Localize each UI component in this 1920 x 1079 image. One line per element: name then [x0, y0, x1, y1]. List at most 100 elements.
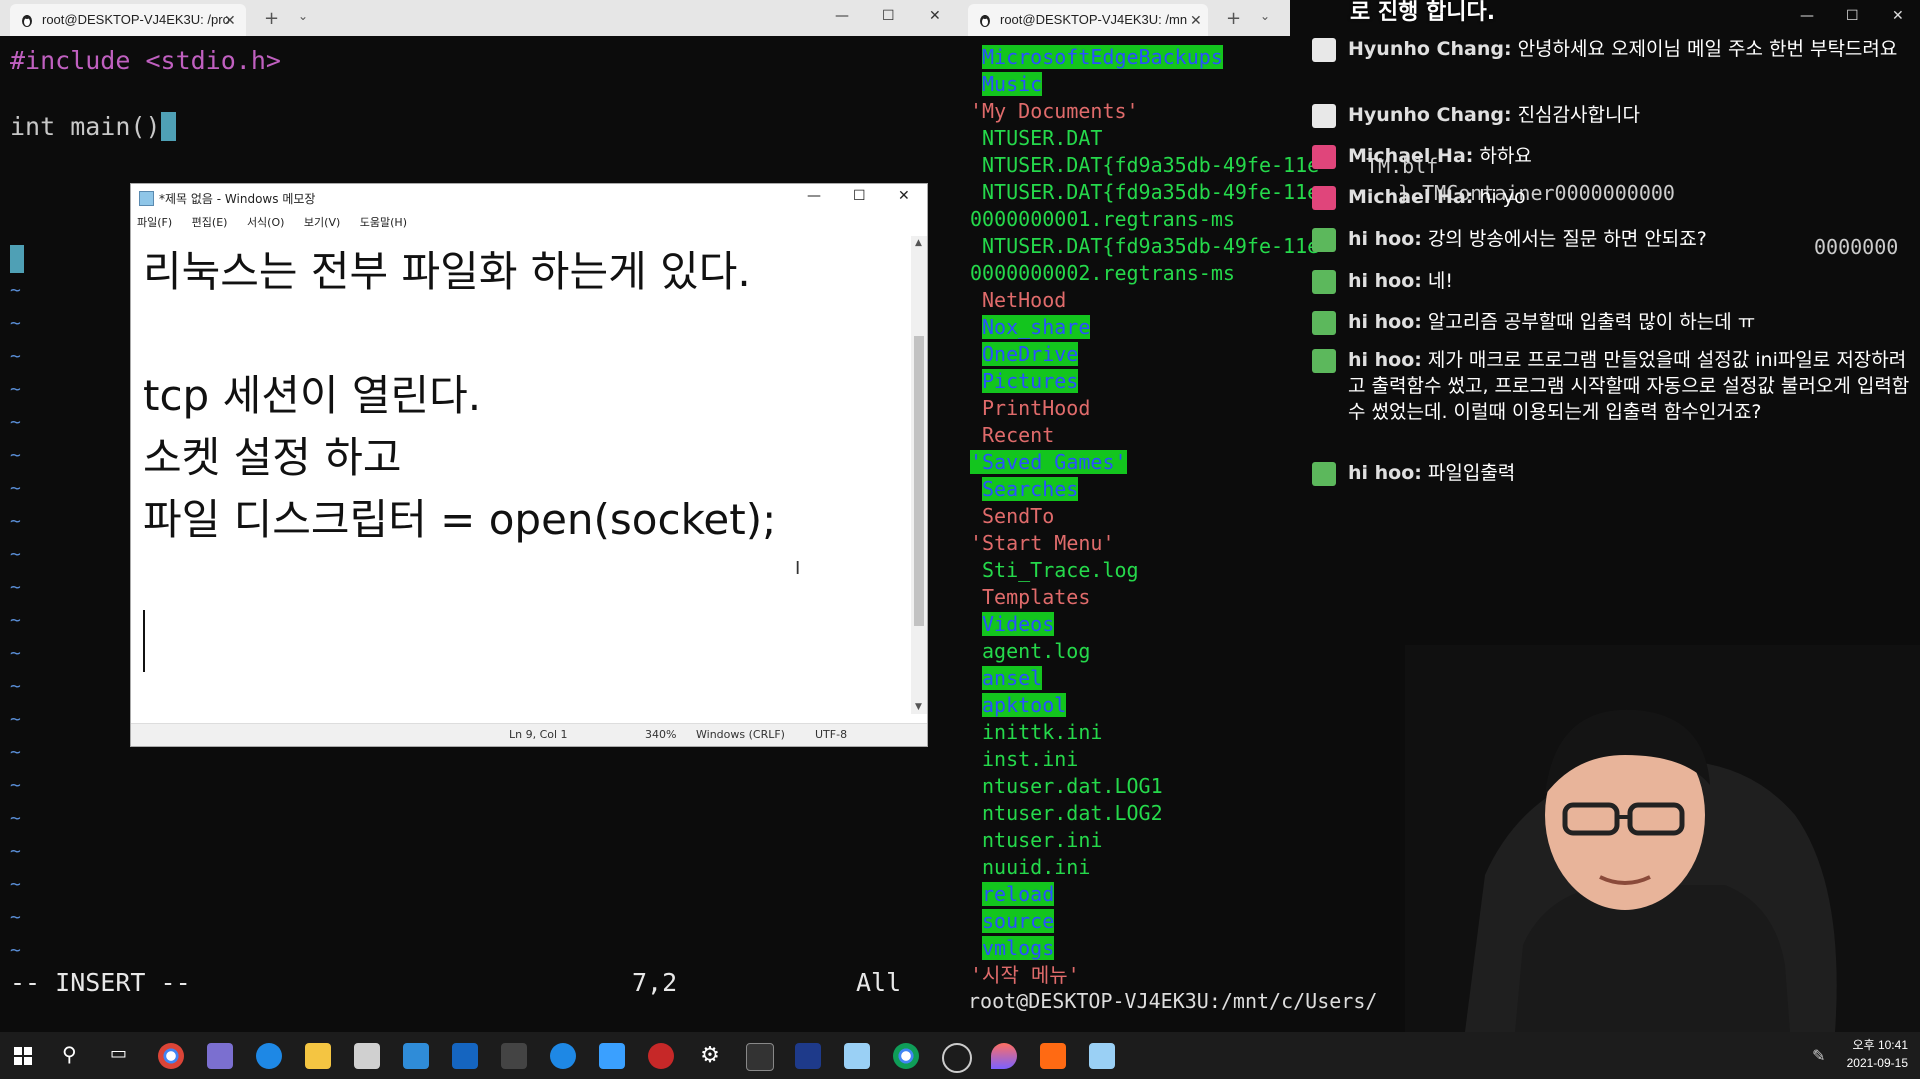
ls-entry: Videos	[982, 611, 1055, 638]
vim-line-cursor	[10, 245, 24, 273]
clock-time: 오후 10:41	[1852, 1038, 1908, 1052]
chat-avatar	[1312, 145, 1336, 169]
chat-text: 제가 매크로 프로그램 만들었을때 설정값 ini파일로 저장하려고 출력함수 …	[1348, 349, 1910, 423]
ls-entry: NTUSER.DAT	[982, 126, 1103, 150]
close-icon[interactable]: ✕	[224, 4, 236, 36]
ls-entry: apktool	[982, 692, 1067, 719]
notepad-scrollbar[interactable]: ▲ ▼	[911, 236, 927, 714]
ls-entry-text: MicrosoftEdgeBackups	[982, 45, 1223, 69]
notepad-window[interactable]: *제목 없음 - Windows 메모장 — ☐ ✕ 파일(F) 편집(E) 서…	[130, 183, 928, 747]
minimize-icon[interactable]: —	[835, 8, 849, 24]
snipping-tool-icon[interactable]	[501, 1043, 527, 1069]
ls-entry: nuuid.ini	[982, 855, 1091, 879]
chat-message: hi hoo: 파일입출력	[1348, 460, 1910, 486]
scroll-down-icon[interactable]: ▼	[915, 702, 922, 712]
notepad-second-icon[interactable]	[1089, 1043, 1115, 1069]
chat-username: Michael Ha:	[1348, 186, 1474, 208]
status-line-col: Ln 9, Col 1	[509, 728, 568, 741]
notepad-taskbar-icon[interactable]	[844, 1043, 870, 1069]
ls-entry: MicrosoftEdgeBackups	[982, 44, 1223, 71]
close-icon[interactable]: ✕	[1190, 4, 1202, 36]
ls-entry: '시작 메뉴'	[970, 963, 1080, 987]
chevron-down-icon[interactable]: ⌄	[1260, 9, 1270, 23]
ls-entry-text: source	[982, 909, 1055, 933]
shell-prompt[interactable]: root@DESKTOP-VJ4EK3U:/mnt/c/Users/	[968, 988, 1377, 1015]
right-terminal-tab-title: root@DESKTOP-VJ4EK3U: /mn	[1000, 12, 1188, 27]
chrome-icon[interactable]	[158, 1043, 184, 1069]
notepad-text-area[interactable]: 리눅스는 전부 파일화 하는게 있다. tcp 세션이 열린다. 소켓 설정 하…	[143, 238, 893, 708]
minimize-icon[interactable]: —	[807, 188, 821, 204]
ls-entry: inst.ini	[982, 747, 1079, 771]
menu-format[interactable]: 서식(O)	[247, 216, 284, 229]
paint-drop-icon[interactable]	[991, 1043, 1017, 1069]
chat-partial-message: 로 진행 합니다.	[1350, 0, 1496, 25]
app-orange-icon[interactable]	[1040, 1043, 1066, 1069]
mail-app-icon[interactable]	[599, 1043, 625, 1069]
menu-file[interactable]: 파일(F)	[137, 216, 172, 229]
vim-icon[interactable]	[795, 1043, 821, 1069]
app-icon[interactable]	[452, 1043, 478, 1069]
menu-view[interactable]: 보기(V)	[304, 216, 340, 229]
system-clock[interactable]: 오후 10:41 2021-09-15	[1847, 1036, 1908, 1072]
close-icon[interactable]: ✕	[898, 188, 910, 204]
task-view-icon[interactable]: ▭	[110, 1043, 127, 1064]
ls-entry: 'Start Menu'	[970, 531, 1115, 555]
pen-icon[interactable]: ✎	[1812, 1046, 1825, 1065]
right-terminal-tab[interactable]: root@DESKTOP-VJ4EK3U: /mn ✕	[968, 4, 1208, 36]
close-window-icon[interactable]: ✕	[929, 8, 941, 24]
vim-tilde-line: ~	[10, 346, 21, 367]
ls-entry-text: Searches	[982, 477, 1079, 501]
menu-help[interactable]: 도움말(H)	[360, 216, 407, 229]
edge-icon[interactable]	[256, 1043, 282, 1069]
ls-entry: ansel	[982, 665, 1043, 692]
minimize-icon[interactable]: —	[1800, 8, 1814, 24]
vim-scroll-position: All	[856, 968, 902, 997]
scrollbar-thumb[interactable]	[914, 336, 924, 626]
vim-cursor-position: 7,2	[632, 968, 678, 997]
menu-edit[interactable]: 편집(E)	[192, 216, 228, 229]
settings-gear-icon[interactable]: ⚙	[697, 1043, 723, 1069]
store-icon[interactable]	[354, 1043, 380, 1069]
file-explorer-icon[interactable]	[305, 1043, 331, 1069]
notepad-statusbar: Ln 9, Col 1 340% Windows (CRLF) UTF-8	[131, 723, 927, 746]
new-tab-icon[interactable]: +	[264, 8, 279, 29]
vim-mode-indicator: -- INSERT --	[10, 968, 191, 997]
vim-tilde-line: ~	[10, 775, 21, 796]
status-zoom: 340%	[645, 728, 677, 741]
chat-message: hi hoo: 알고리즘 공부할때 입출력 많이 하는데 ㅠ	[1348, 309, 1910, 335]
search-icon[interactable]: ⚲	[62, 1042, 77, 1066]
windows-start-icon[interactable]	[14, 1047, 32, 1065]
visual-studio-icon[interactable]	[207, 1043, 233, 1069]
obs-icon[interactable]	[942, 1043, 972, 1073]
maximize-icon[interactable]: ☐	[882, 8, 895, 24]
status-encoding: UTF-8	[815, 728, 848, 741]
vim-tilde-line: ~	[10, 874, 21, 895]
notepad-titlebar: *제목 없음 - Windows 메모장 — ☐ ✕	[131, 184, 927, 212]
left-terminal-tab[interactable]: root@DESKTOP-VJ4EK3U: /pro ✕	[10, 4, 246, 36]
internet-explorer-icon[interactable]	[550, 1043, 576, 1069]
taskbar: ⚲ ▭ ⚙ ✎ 오후 10:41 2021-09-15	[0, 1032, 1920, 1079]
webcam-feed	[1405, 645, 1920, 1032]
ls-entry-text: 'Saved Games'	[970, 450, 1127, 474]
ls-entry: ntuser.ini	[982, 828, 1103, 852]
scroll-up-icon[interactable]: ▲	[915, 238, 922, 248]
chrome-canary-icon[interactable]	[893, 1043, 919, 1069]
close-window-icon[interactable]: ✕	[1892, 8, 1904, 24]
chat-avatar	[1312, 462, 1336, 486]
right-terminal-tabbar: root@DESKTOP-VJ4EK3U: /mn ✕ + ⌄	[960, 0, 1290, 36]
record-icon[interactable]	[648, 1043, 674, 1069]
terminal-icon[interactable]	[746, 1043, 774, 1071]
mail-icon[interactable]	[403, 1043, 429, 1069]
new-tab-icon[interactable]: +	[1226, 8, 1241, 29]
maximize-icon[interactable]: ☐	[853, 188, 866, 204]
maximize-icon[interactable]: ☐	[1846, 8, 1859, 24]
chevron-down-icon[interactable]: ⌄	[298, 9, 308, 23]
vim-tilde-line: ~	[10, 907, 21, 928]
chat-username: Michael Ha:	[1348, 145, 1474, 167]
ls-entry: NTUSER.DAT{fd9a35db-49fe-11e	[982, 234, 1320, 258]
notepad-line-3: 소켓 설정 하고	[143, 433, 402, 482]
ls-entry: reload	[982, 881, 1055, 908]
ls-entry: NTUSER.DAT{fd9a35db-49fe-11e	[982, 180, 1320, 204]
chat-username: hi hoo:	[1348, 349, 1422, 371]
left-terminal-tabbar: root@DESKTOP-VJ4EK3U: /pro ✕ + ⌄ — ☐ ✕	[0, 0, 960, 36]
